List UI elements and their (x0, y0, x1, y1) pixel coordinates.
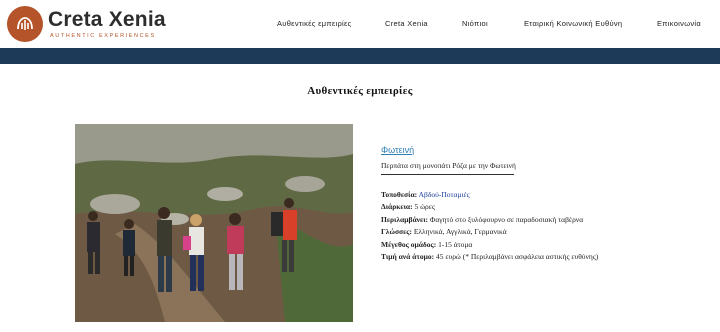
location-label: Τοποθεσία: (381, 190, 418, 199)
page-title: Αυθεντικές εμπειρίες (307, 85, 413, 97)
nav-item-niopioi[interactable]: Νιόπιοι (462, 19, 488, 28)
nav-item-csr[interactable]: Εταιρική Κοινωνική Ευθύνη (524, 19, 622, 28)
header-divider-bar (0, 48, 720, 64)
location-row: Τοποθεσία: Αβδού-Ποταμιές (381, 189, 631, 201)
includes-label: Περιλαμβάνει: (381, 214, 429, 224)
experience-facts: Τοποθεσία: Αβδού-Ποταμιές Διάρκεια: 5 ώρ… (381, 189, 631, 263)
nav-item-contact[interactable]: Επικοινωνία (657, 19, 701, 28)
experience-subtitle: Περπάτα στη μονοπάτι Ρόζα με την Φωτεινή (381, 161, 516, 175)
site-header: Creta Xenia AUTHENTIC EXPERIENCES Αυθεντ… (0, 0, 720, 48)
price-label: Τιμή ανά άτομο: (381, 252, 435, 262)
group-size-value: 1-15 άτομα (438, 239, 473, 249)
duration-value: 5 ώρες (414, 202, 435, 212)
duration-label: Διάρκεια: (381, 202, 413, 212)
languages-value: Ελληνικά, Αγγλικά, Γερμανικά (413, 227, 507, 237)
price-row: Τιμή ανά άτομο: 45 ευρώ (* Περιλαμβάνει … (381, 251, 631, 263)
experience-photo (75, 124, 353, 322)
group-size-row: Μέγεθος ομάδος: 1-15 άτομα (381, 239, 631, 251)
brand-tagline: AUTHENTIC EXPERIENCES (50, 33, 156, 39)
duration-row: Διάρκεια: 5 ώρες (381, 201, 631, 213)
includes-row: Περιλαμβάνει: Φαγητό στο ξυλόφουρνο σε π… (381, 214, 631, 226)
location-value: Αβδού-Ποταμιές (418, 190, 470, 199)
experience-details: Φωτεινή Περπάτα στη μονοπάτι Ρόζα με την… (381, 145, 631, 263)
includes-value: Φαγητό στο ξυλόφουρνο σε παραδοσιακή ταβ… (429, 214, 584, 224)
main-nav: Αυθεντικές εμπειρίες Creta Xenia Νιόπιοι… (0, 19, 720, 31)
price-value: 45 ευρώ (* Περιλαμβάνει ασφάλεια αστικής… (435, 252, 599, 262)
languages-label: Γλώσσες: (381, 227, 412, 237)
languages-row: Γλώσσες: Ελληνικά, Αγγλικά, Γερμανικά (381, 226, 631, 238)
group-size-label: Μέγεθος ομάδος: (381, 239, 437, 249)
nav-item-creta-xenia[interactable]: Creta Xenia (385, 19, 428, 28)
nav-item-experiences[interactable]: Αυθεντικές εμπειρίες (277, 19, 352, 28)
experience-title-link[interactable]: Φωτεινή (381, 145, 631, 155)
